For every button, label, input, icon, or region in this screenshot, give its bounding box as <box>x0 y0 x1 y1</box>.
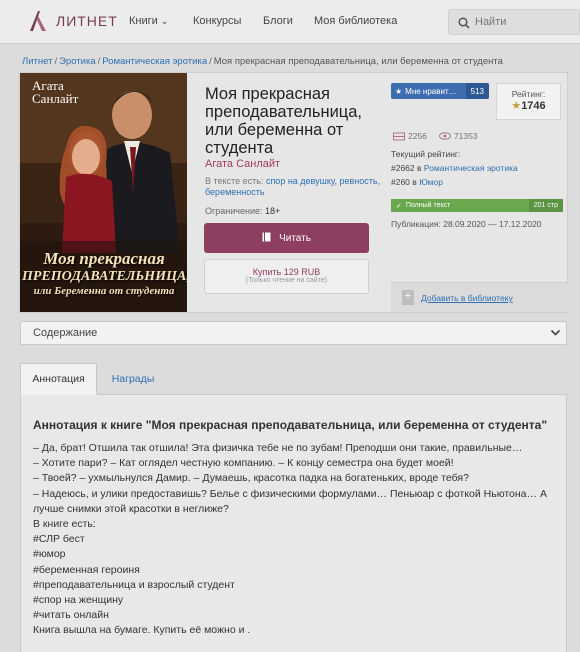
rank-in: в <box>412 177 417 187</box>
search-icon[interactable] <box>458 16 470 34</box>
nav-my-library[interactable]: Моя библиотека <box>314 15 397 27</box>
current-rating-label: Текущий рейтинг: <box>391 149 461 159</box>
rank-row: #260 в Юмор <box>391 175 518 189</box>
book-tags: В тексте есть: спор на девушку, ревность… <box>205 176 390 198</box>
annotation-line: #преподавательница и взрослый студент <box>33 578 235 591</box>
cover-title-line: ПРЕПОДАВАТЕЛЬНИЦА, <box>22 269 187 284</box>
contents-label: Содержание <box>33 327 98 339</box>
breadcrumb-romantic-erotica[interactable]: Романтическая эротика <box>102 56 207 67</box>
like-label: Мне нравит… <box>405 86 457 96</box>
search-input[interactable] <box>475 14 575 30</box>
nav-blogs[interactable]: Блоги <box>263 15 293 27</box>
annotation-panel: Аннотация к книге "Моя прекрасная препод… <box>20 395 567 652</box>
nav-books-label: Книги <box>129 15 158 27</box>
annotation-line: лучше снимки этой красотки в неглиже? <box>33 502 229 515</box>
rank-genre-link[interactable]: Романтическая эротика <box>424 163 518 173</box>
buy-button[interactable]: Купить 129 RUB (Только чтение на сайте) <box>204 259 369 294</box>
buy-button-label: Купить 129 RUB <box>252 267 321 277</box>
library-count-icon <box>393 132 405 140</box>
annotation-text: – Да, брат! Отшила так отшила! Эта физич… <box>33 441 558 639</box>
library-count: 2256 <box>408 131 427 141</box>
page-count: 201 стр <box>528 199 563 212</box>
nav-books[interactable]: Книги ⌄ <box>129 15 168 27</box>
breadcrumb-current: Моя прекрасная преподавательница, или бе… <box>213 56 503 67</box>
nav-contests[interactable]: Конкурсы <box>193 15 241 27</box>
annotation-heading: Аннотация к книге "Моя прекрасная препод… <box>33 418 548 432</box>
annotation-line: – Надеюсь, и улики предоставишь? Белье с… <box>33 487 547 500</box>
age-label: Ограничение: <box>205 206 263 216</box>
rank-row: #2662 в Романтическая эротика <box>391 161 518 175</box>
tab-awards[interactable]: Награды <box>99 363 167 395</box>
annotation-line: #читать онлайн <box>33 609 109 622</box>
like-count: 513 <box>465 83 489 99</box>
current-rating: Текущий рейтинг: #2662 в Романтическая э… <box>391 147 518 189</box>
tags-label: В тексте есть: <box>205 176 264 186</box>
rank-genre-link[interactable]: Юмор <box>419 177 443 187</box>
like-button[interactable]: ★ Мне нравит… 513 <box>391 83 489 99</box>
chevron-down-icon: ⌄ <box>160 16 169 26</box>
status-label: Полный текст <box>405 202 451 209</box>
search-box <box>448 9 580 35</box>
chevron-down-icon <box>550 327 561 341</box>
cover-title-line: Моя прекрасная <box>43 249 165 268</box>
annotation-line: #беременная героиня <box>33 563 140 576</box>
annotation-line: #спор на женщину <box>33 594 124 607</box>
buy-button-note: (Только чтение на сайте) <box>245 277 328 284</box>
age-restriction: Ограничение: 18+ <box>205 206 280 216</box>
tab-annotation[interactable]: Аннотация <box>20 363 97 395</box>
cover-title: Моя прекрасная ПРЕПОДАВАТЕЛЬНИЦА, или Бе… <box>22 249 187 297</box>
logo-text: ЛИТНЕТ <box>56 13 118 29</box>
breadcrumb-litnet[interactable]: Литнет <box>22 56 52 67</box>
rating-box: Рейтинг: ★1746 <box>496 83 561 120</box>
breadcrumb-separator: / <box>209 56 212 67</box>
add-to-library: + Добавить в библиотеку <box>391 282 568 312</box>
annotation-line: #юмор <box>33 548 66 561</box>
book-title: Моя прекрасная преподавательница, или бе… <box>205 85 362 157</box>
rating-value: 1746 <box>521 100 546 112</box>
star-icon: ★ <box>395 86 403 96</box>
annotation-line: #СЛР бест <box>33 533 85 546</box>
cover-author: Агата Санлайт <box>32 79 78 105</box>
breadcrumb-separator: / <box>54 56 58 67</box>
contents-dropdown[interactable]: Содержание <box>20 321 567 345</box>
book-icon <box>262 232 271 245</box>
rating-value-wrap: ★1746 <box>497 99 560 112</box>
cover-author-line: Санлайт <box>32 91 79 106</box>
book-counters: 2256 71353 <box>393 131 478 141</box>
rank-number: #260 <box>391 177 410 187</box>
age-value: 18+ <box>265 206 281 216</box>
annotation-line: – Хотите пари? – Кат оглядел честную ком… <box>33 457 454 470</box>
rating-star-icon: ★ <box>511 100 522 112</box>
book-author-link[interactable]: Агата Санлайт <box>205 158 280 170</box>
breadcrumb: Литнет / Эротика / Романтическая эротика / Моя… <box>22 56 503 67</box>
rank-in: в <box>417 163 422 173</box>
bookmark-plus-icon[interactable]: + <box>402 290 414 305</box>
top-navigation-bar: ЛИТНЕТ Книги ⌄ Конкурсы Блоги Моя библиот… <box>0 0 580 44</box>
status-badge: ✓ Полный текст 201 стр <box>391 199 563 212</box>
breadcrumb-erotica[interactable]: Эротика <box>59 56 96 67</box>
add-to-library-link[interactable]: Добавить в библиотеку <box>421 293 513 303</box>
litnet-logo[interactable]: ЛИТНЕТ <box>28 10 118 32</box>
views-count: 71353 <box>453 131 478 141</box>
read-button[interactable]: Читать <box>204 223 369 253</box>
annotation-line: В книге есть: <box>33 518 96 531</box>
read-button-label: Читать <box>279 232 311 244</box>
cover-title-line: или Беременна от студента <box>33 285 175 297</box>
book-card: Агата Санлайт Моя прекрасная ПРЕПОДАВАТЕ… <box>19 72 568 313</box>
annotation-line: – Твоей? – ухмыльнулся Дамир. – Думаешь,… <box>33 472 469 485</box>
publication-dates: Публикация: 28.09.2020 — 17.12.2020 <box>391 219 542 229</box>
logo-mark-icon <box>28 10 48 32</box>
views-eye-icon <box>438 132 451 140</box>
annotation-line: – Да, брат! Отшила так отшила! Эта физич… <box>33 442 523 454</box>
annotation-line: Книга вышла на бумаге. Купить её можно и… <box>33 624 251 637</box>
book-cover[interactable]: Агата Санлайт Моя прекрасная ПРЕПОДАВАТЕ… <box>20 73 187 312</box>
breadcrumb-separator: / <box>97 56 101 67</box>
rating-label: Рейтинг: <box>511 89 546 99</box>
rank-number: #2662 <box>391 163 415 173</box>
check-icon: ✓ <box>396 202 402 210</box>
